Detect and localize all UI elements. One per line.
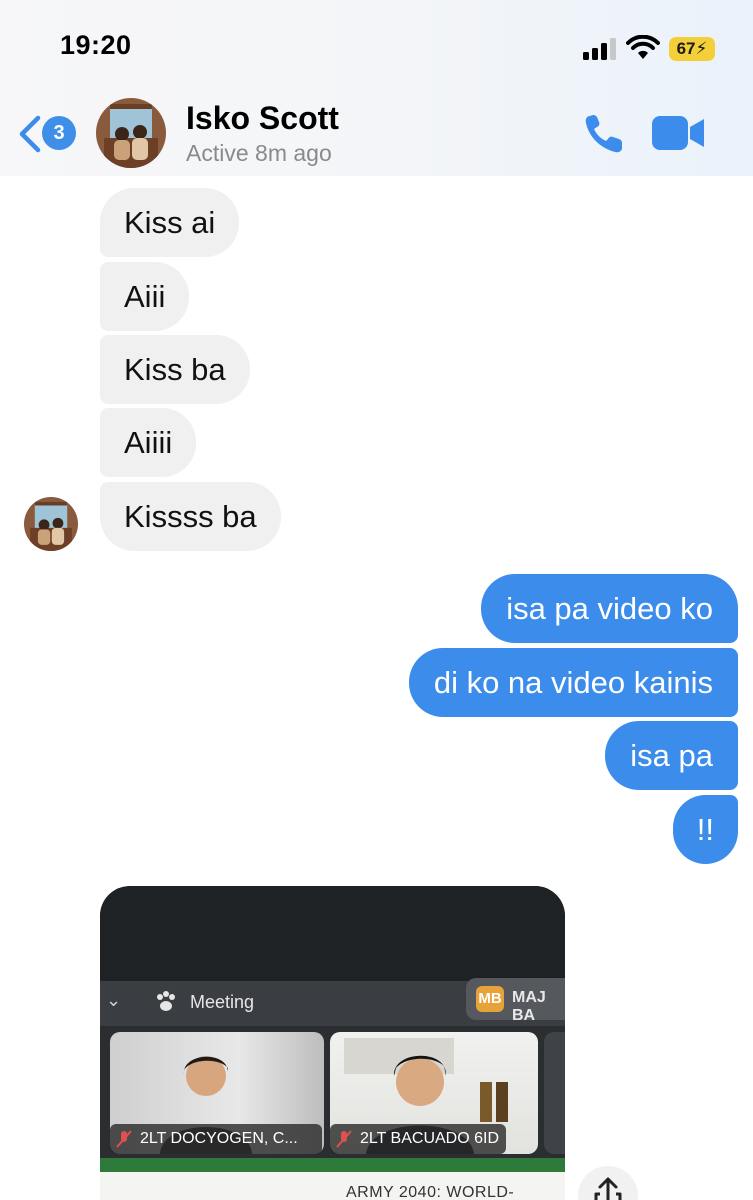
outgoing-message[interactable]: isa pa video ko (481, 574, 738, 643)
incoming-message[interactable]: Kissss ba (100, 482, 281, 551)
image-attachment[interactable]: ⌄ Meeting MB MAJ BA 2LT DOCYOGEN, C... 2… (100, 886, 565, 1200)
slide-border (100, 1158, 565, 1172)
photo-dark-area (100, 886, 565, 981)
battery-icon: 67⚡ (669, 37, 715, 61)
back-chevron-icon[interactable] (16, 114, 42, 154)
outgoing-message[interactable]: di ko na video kainis (408, 648, 738, 717)
sender-avatar[interactable] (24, 497, 78, 551)
meeting-label: Meeting (190, 992, 255, 1012)
chevron-down-icon: ⌄ (106, 990, 122, 1010)
outgoing-message[interactable]: isa pa (605, 721, 738, 790)
paw-icon (157, 991, 175, 1011)
status-time: 19:20 (60, 30, 132, 60)
mic-muted-icon (336, 1130, 352, 1148)
incoming-message[interactable]: Kiss ba (100, 335, 250, 404)
share-button[interactable] (578, 1166, 638, 1200)
wifi-icon (626, 35, 660, 59)
unread-count-badge[interactable]: 3 (42, 116, 76, 150)
cellular-signal-icon (583, 38, 617, 60)
slide-title: ARMY 2040: WORLD-CLASS (346, 1184, 515, 1200)
contact-name[interactable]: Isko Scott (186, 100, 339, 137)
battery-level: 67 (676, 39, 696, 58)
incoming-message[interactable]: Kiss ai (100, 188, 240, 257)
participant-video-tile (544, 1032, 565, 1154)
mic-muted-icon (116, 1130, 132, 1148)
participant-name: MAJ BA (512, 989, 546, 1024)
participant-initials: MB (476, 986, 504, 1012)
contact-avatar[interactable] (96, 98, 166, 168)
participant-label: 2LT DOCYOGEN, C... (110, 1124, 322, 1154)
chat-header: 19:20 67⚡ 3 Isko Scott Active 8m ago (0, 0, 753, 176)
outgoing-message[interactable]: !! (672, 795, 738, 864)
contact-active-status: Active 8m ago (186, 140, 332, 166)
incoming-message[interactable]: Aiii (100, 262, 190, 331)
participant-label: 2LT BACUADO 6ID (330, 1124, 506, 1154)
phone-call-icon[interactable] (580, 110, 628, 158)
share-icon (594, 1177, 622, 1200)
incoming-message[interactable]: Aiiii (100, 408, 197, 477)
video-call-icon[interactable] (650, 112, 706, 154)
